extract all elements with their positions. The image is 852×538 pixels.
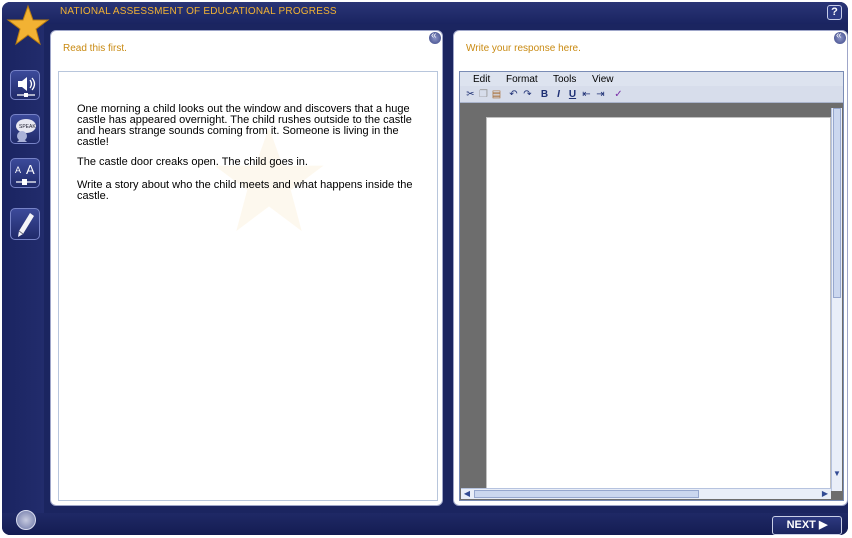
speaker-volume-icon [17,77,36,97]
prompt-paragraph: One morning a child looks out the window… [77,103,412,148]
settings-icon[interactable] [16,510,36,530]
bold-button[interactable]: B [539,89,550,100]
undo-icon[interactable]: ↶ [508,89,519,100]
prompt-paragraph: The castle door creaks open. The child g… [77,156,308,168]
redo-icon[interactable]: ↷ [522,89,533,100]
outdent-icon[interactable]: ⇤ [581,89,592,100]
editor-toolbar: ✂ ❐ ▤ ↶ ↷ B I U ⇤ ⇥ ✓ [460,86,843,103]
italic-button[interactable]: I [553,89,564,100]
collapse-right-button[interactable]: « [834,30,846,44]
prompt-text-box: One morning a child looks out the window… [58,71,438,501]
reading-panel: « Read this first. One morning a child l… [50,30,443,506]
scroll-right-icon[interactable]: ▶ [820,489,830,499]
help-button[interactable]: ? [827,5,842,20]
spellcheck-icon[interactable]: ✓ [613,89,624,100]
response-textarea[interactable] [486,117,831,490]
text-size-button[interactable]: A A [10,158,40,188]
paste-icon[interactable]: ▤ [491,89,502,100]
next-button[interactable]: NEXT ▶ [772,516,842,535]
indent-icon[interactable]: ⇥ [595,89,606,100]
response-panel-heading: Write your response here. [466,43,581,54]
tool-sidebar: SPEAK A A [2,24,44,514]
svg-text:A: A [15,165,21,175]
horizontal-scrollbar[interactable]: ◀ ▶ [461,488,831,499]
menu-view[interactable]: View [592,74,614,85]
speak-button[interactable]: SPEAK [10,114,40,144]
prompt-paragraph: Write a story about who the child meets … [77,179,413,202]
cut-icon[interactable]: ✂ [465,89,476,100]
chevron-left-icon: « [836,30,842,41]
scroll-down-icon[interactable]: ▼ [832,469,842,479]
bottom-bar [2,513,848,535]
naep-star-logo [6,4,50,46]
editor-menubar: Edit Format Tools View [460,72,843,86]
speak-bubble-icon: SPEAK [16,119,36,142]
title-bar: NATIONAL ASSESSMENT OF EDUCATIONAL PROGR… [2,2,848,24]
menu-edit[interactable]: Edit [473,74,490,85]
underline-button[interactable]: U [567,89,578,100]
copy-icon[interactable]: ❐ [478,89,489,100]
response-editor: Edit Format Tools View ✂ ❐ ▤ ↶ ↷ B I U ⇤… [459,71,844,501]
pencil-icon [18,213,34,237]
svg-text:SPEAK: SPEAK [19,124,36,130]
reading-panel-heading: Read this first. [63,43,127,54]
app-title: NATIONAL ASSESSMENT OF EDUCATIONAL PROGR… [60,6,337,17]
app-frame: NATIONAL ASSESSMENT OF EDUCATIONAL PROGR… [2,2,848,535]
svg-text:A: A [26,162,35,177]
response-panel: « Write your response here. Edit Format … [453,30,848,506]
text-size-icon: A A [15,162,36,185]
horizontal-scroll-thumb[interactable] [474,490,699,498]
menu-format[interactable]: Format [506,74,538,85]
scroll-left-icon[interactable]: ◀ [462,489,472,499]
collapse-left-button[interactable]: « [429,30,441,44]
vertical-scrollbar[interactable]: ▼ [831,108,842,491]
scratchwork-pencil-button[interactable] [10,208,40,240]
menu-tools[interactable]: Tools [553,74,576,85]
chevron-left-icon: « [431,30,437,41]
text-to-speech-button[interactable] [10,70,40,100]
vertical-scroll-thumb[interactable] [833,108,841,298]
